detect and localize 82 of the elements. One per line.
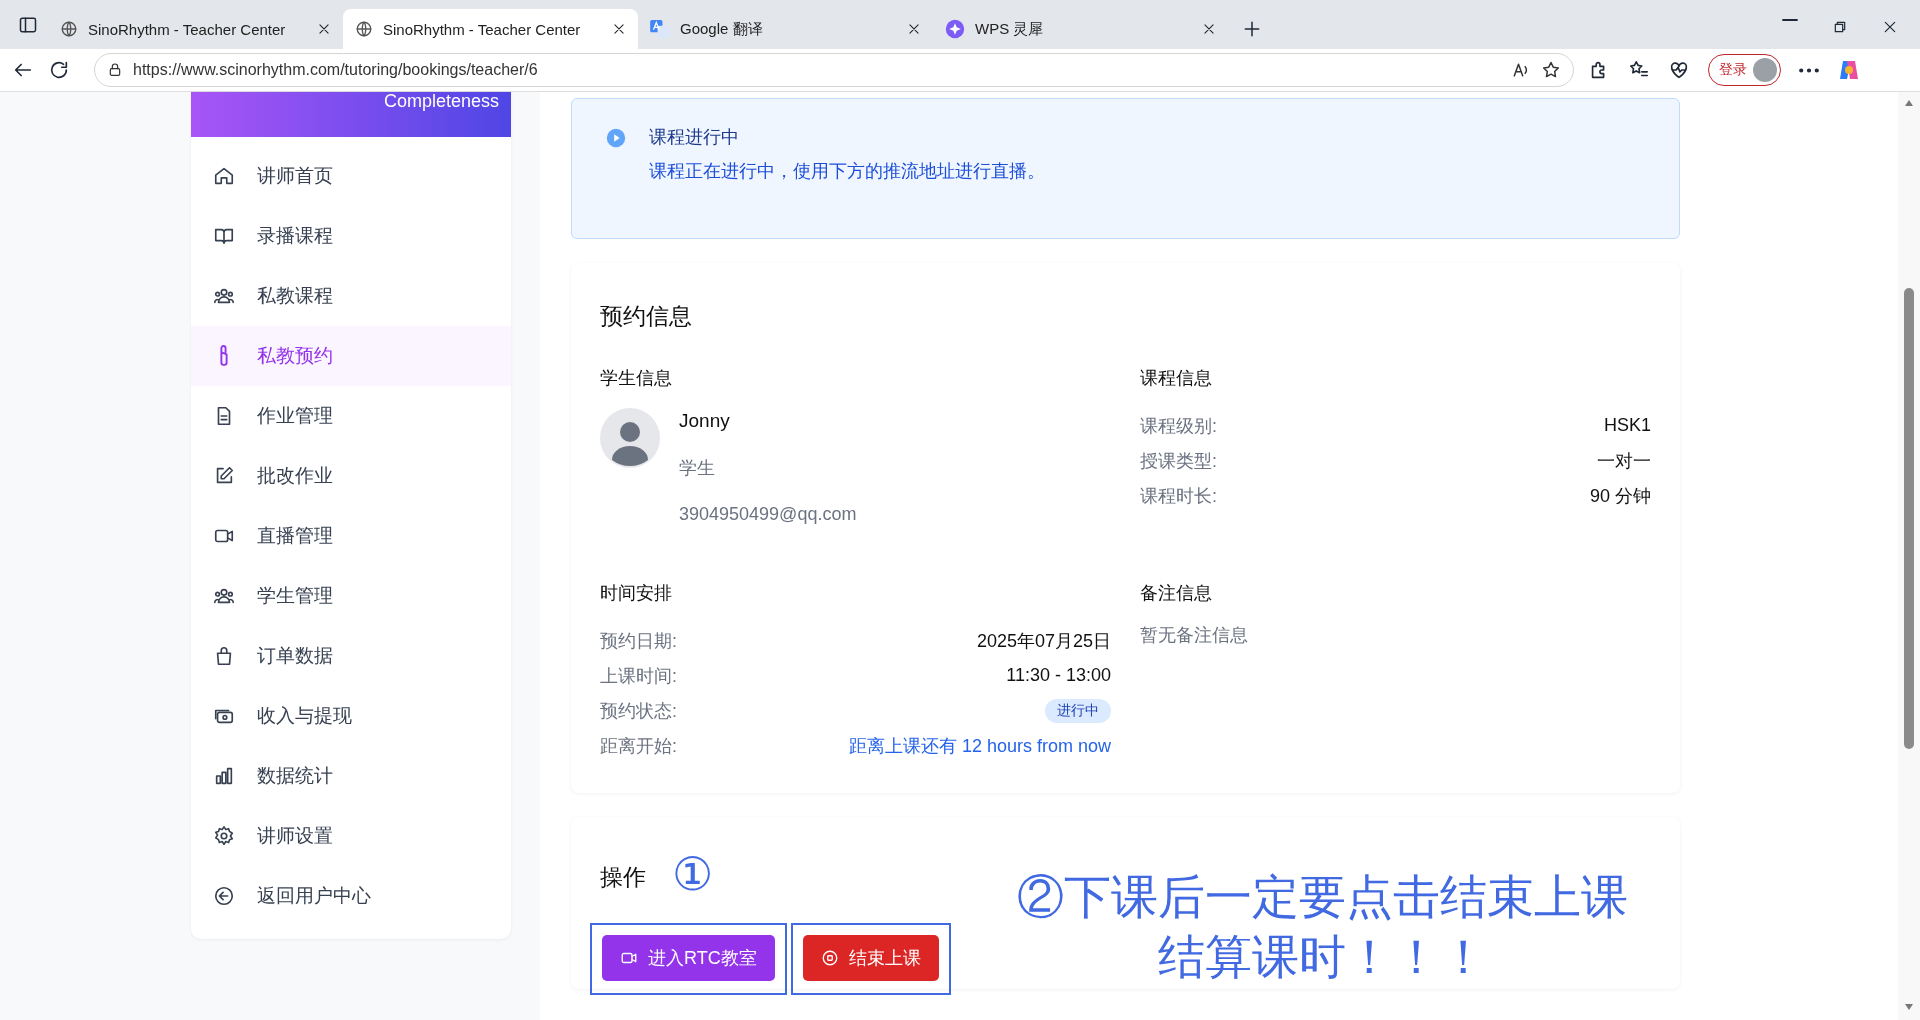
sidebar-item[interactable]: 订单数据 — [191, 626, 511, 686]
field-label: 上课时间: — [600, 664, 677, 688]
close-icon — [317, 22, 331, 36]
student-role: 学生 — [679, 457, 716, 480]
sidebar-item[interactable]: 录播课程 — [191, 206, 511, 266]
browser-tab[interactable]: SinoRhythm - Teacher Center — [48, 9, 343, 49]
close-icon — [612, 22, 626, 36]
card-title: 预约信息 — [600, 302, 693, 331]
action-button[interactable]: 结束上课 — [802, 935, 939, 981]
field-value: 一对一 — [1597, 449, 1651, 473]
status-badge: 进行中 — [1045, 698, 1111, 723]
scrollbar-thumb[interactable] — [1904, 288, 1914, 749]
copilot-icon[interactable] — [1837, 58, 1861, 82]
login-button[interactable]: 登录 — [1708, 54, 1781, 86]
address-bar[interactable]: https://www.scinorhythm.com/tutoring/bookings/teacher/6 — [94, 53, 1574, 87]
browser-tab[interactable]: WPS 灵犀 — [933, 9, 1228, 49]
step-annotation: ① — [672, 851, 713, 897]
more-icon — [1799, 67, 1819, 73]
section-heading: 备注信息 — [1140, 582, 1213, 605]
close-icon — [907, 22, 921, 36]
stop-icon — [820, 949, 839, 967]
student-name: Jonny — [679, 410, 731, 432]
bar-chart-icon — [213, 765, 235, 787]
action-button[interactable]: 进入RTC教室 — [602, 935, 775, 981]
sidebar-toggle-icon — [18, 15, 38, 35]
card-title: 操作 — [600, 863, 646, 892]
favorite-star-icon — [1541, 60, 1561, 80]
sidebar-item[interactable]: 私教课程 — [191, 266, 511, 326]
field-value: HSK1 — [1603, 415, 1651, 436]
close-icon — [1882, 19, 1898, 35]
field-label: 预约日期: — [600, 629, 677, 653]
globe-icon — [60, 20, 78, 38]
field-label: 课程级别: — [1140, 414, 1217, 438]
sidebar-item[interactable]: 直播管理 — [191, 506, 511, 566]
sidebar-item[interactable]: 作业管理 — [191, 386, 511, 446]
browser-tab[interactable]: SinoRhythm - Teacher Center — [343, 9, 638, 49]
avatar-silhouette-icon — [600, 408, 660, 468]
minimize-icon — [1782, 19, 1798, 21]
translate-icon — [650, 20, 670, 38]
close-icon — [1202, 22, 1216, 36]
sidebar-item[interactable]: 私教预约 — [191, 326, 511, 386]
sidebar-item[interactable]: 学生管理 — [191, 566, 511, 626]
field-value: 11:30 - 13:00 — [1006, 665, 1111, 686]
field-value: 2025年07月25日 — [976, 629, 1111, 653]
annotation-text: ②下课后一定要点击结束上课 — [1016, 869, 1629, 925]
sidebar-item[interactable]: 讲师首页 — [191, 146, 511, 206]
sidebar-item[interactable]: 收入与提现 — [191, 686, 511, 746]
home-icon — [213, 165, 235, 187]
sidebar-item[interactable]: 批改作业 — [191, 446, 511, 506]
field-value: 距离上课还有 12 hours from now — [848, 734, 1111, 758]
field-value: 90 分钟 — [1589, 484, 1651, 508]
field-label: 课程时长: — [1140, 484, 1217, 508]
banner-text: Completeness — [383, 91, 499, 111]
globe-icon — [355, 20, 373, 38]
hand-icon — [219, 345, 229, 367]
notes-text: 暂无备注信息 — [1140, 624, 1249, 647]
url-text: https://www.scinorhythm.com/tutoring/bookings/teacher/6 — [133, 61, 539, 79]
alert-title: 课程进行中 — [649, 126, 740, 149]
field-label: 授课类型: — [1140, 449, 1217, 473]
sidebar-item[interactable]: 返回用户中心 — [191, 866, 511, 926]
sidebar-item[interactable]: 讲师设置 — [191, 806, 511, 866]
sidebar-item[interactable]: 数据统计 — [191, 746, 511, 806]
section-heading: 课程信息 — [1140, 367, 1213, 390]
student-email: 3904950499@qq.com — [679, 504, 857, 525]
restore-icon — [1832, 19, 1848, 35]
field-label: 距离开始: — [600, 734, 677, 758]
annotation-text: 结算课时！！！ — [1157, 929, 1488, 985]
play-icon — [605, 127, 627, 149]
profile-avatar-icon — [1753, 58, 1777, 82]
section-heading: 时间安排 — [600, 582, 673, 605]
lock-icon — [107, 62, 123, 78]
field-label: 预约状态: — [600, 699, 677, 723]
reload-icon — [48, 59, 70, 81]
heartbeat-icon — [1668, 59, 1690, 81]
scroll-down-icon[interactable] — [1904, 1002, 1914, 1012]
settings-icon — [213, 825, 235, 847]
spark-icon — [945, 19, 965, 39]
section-heading: 学生信息 — [600, 367, 673, 390]
browser-tab[interactable]: Google 翻译 — [638, 9, 933, 49]
new-tab-icon — [1242, 19, 1262, 39]
scroll-up-icon[interactable] — [1904, 98, 1914, 108]
alert-message: 课程正在进行中，使用下方的推流地址进行直播。 — [649, 160, 1045, 183]
